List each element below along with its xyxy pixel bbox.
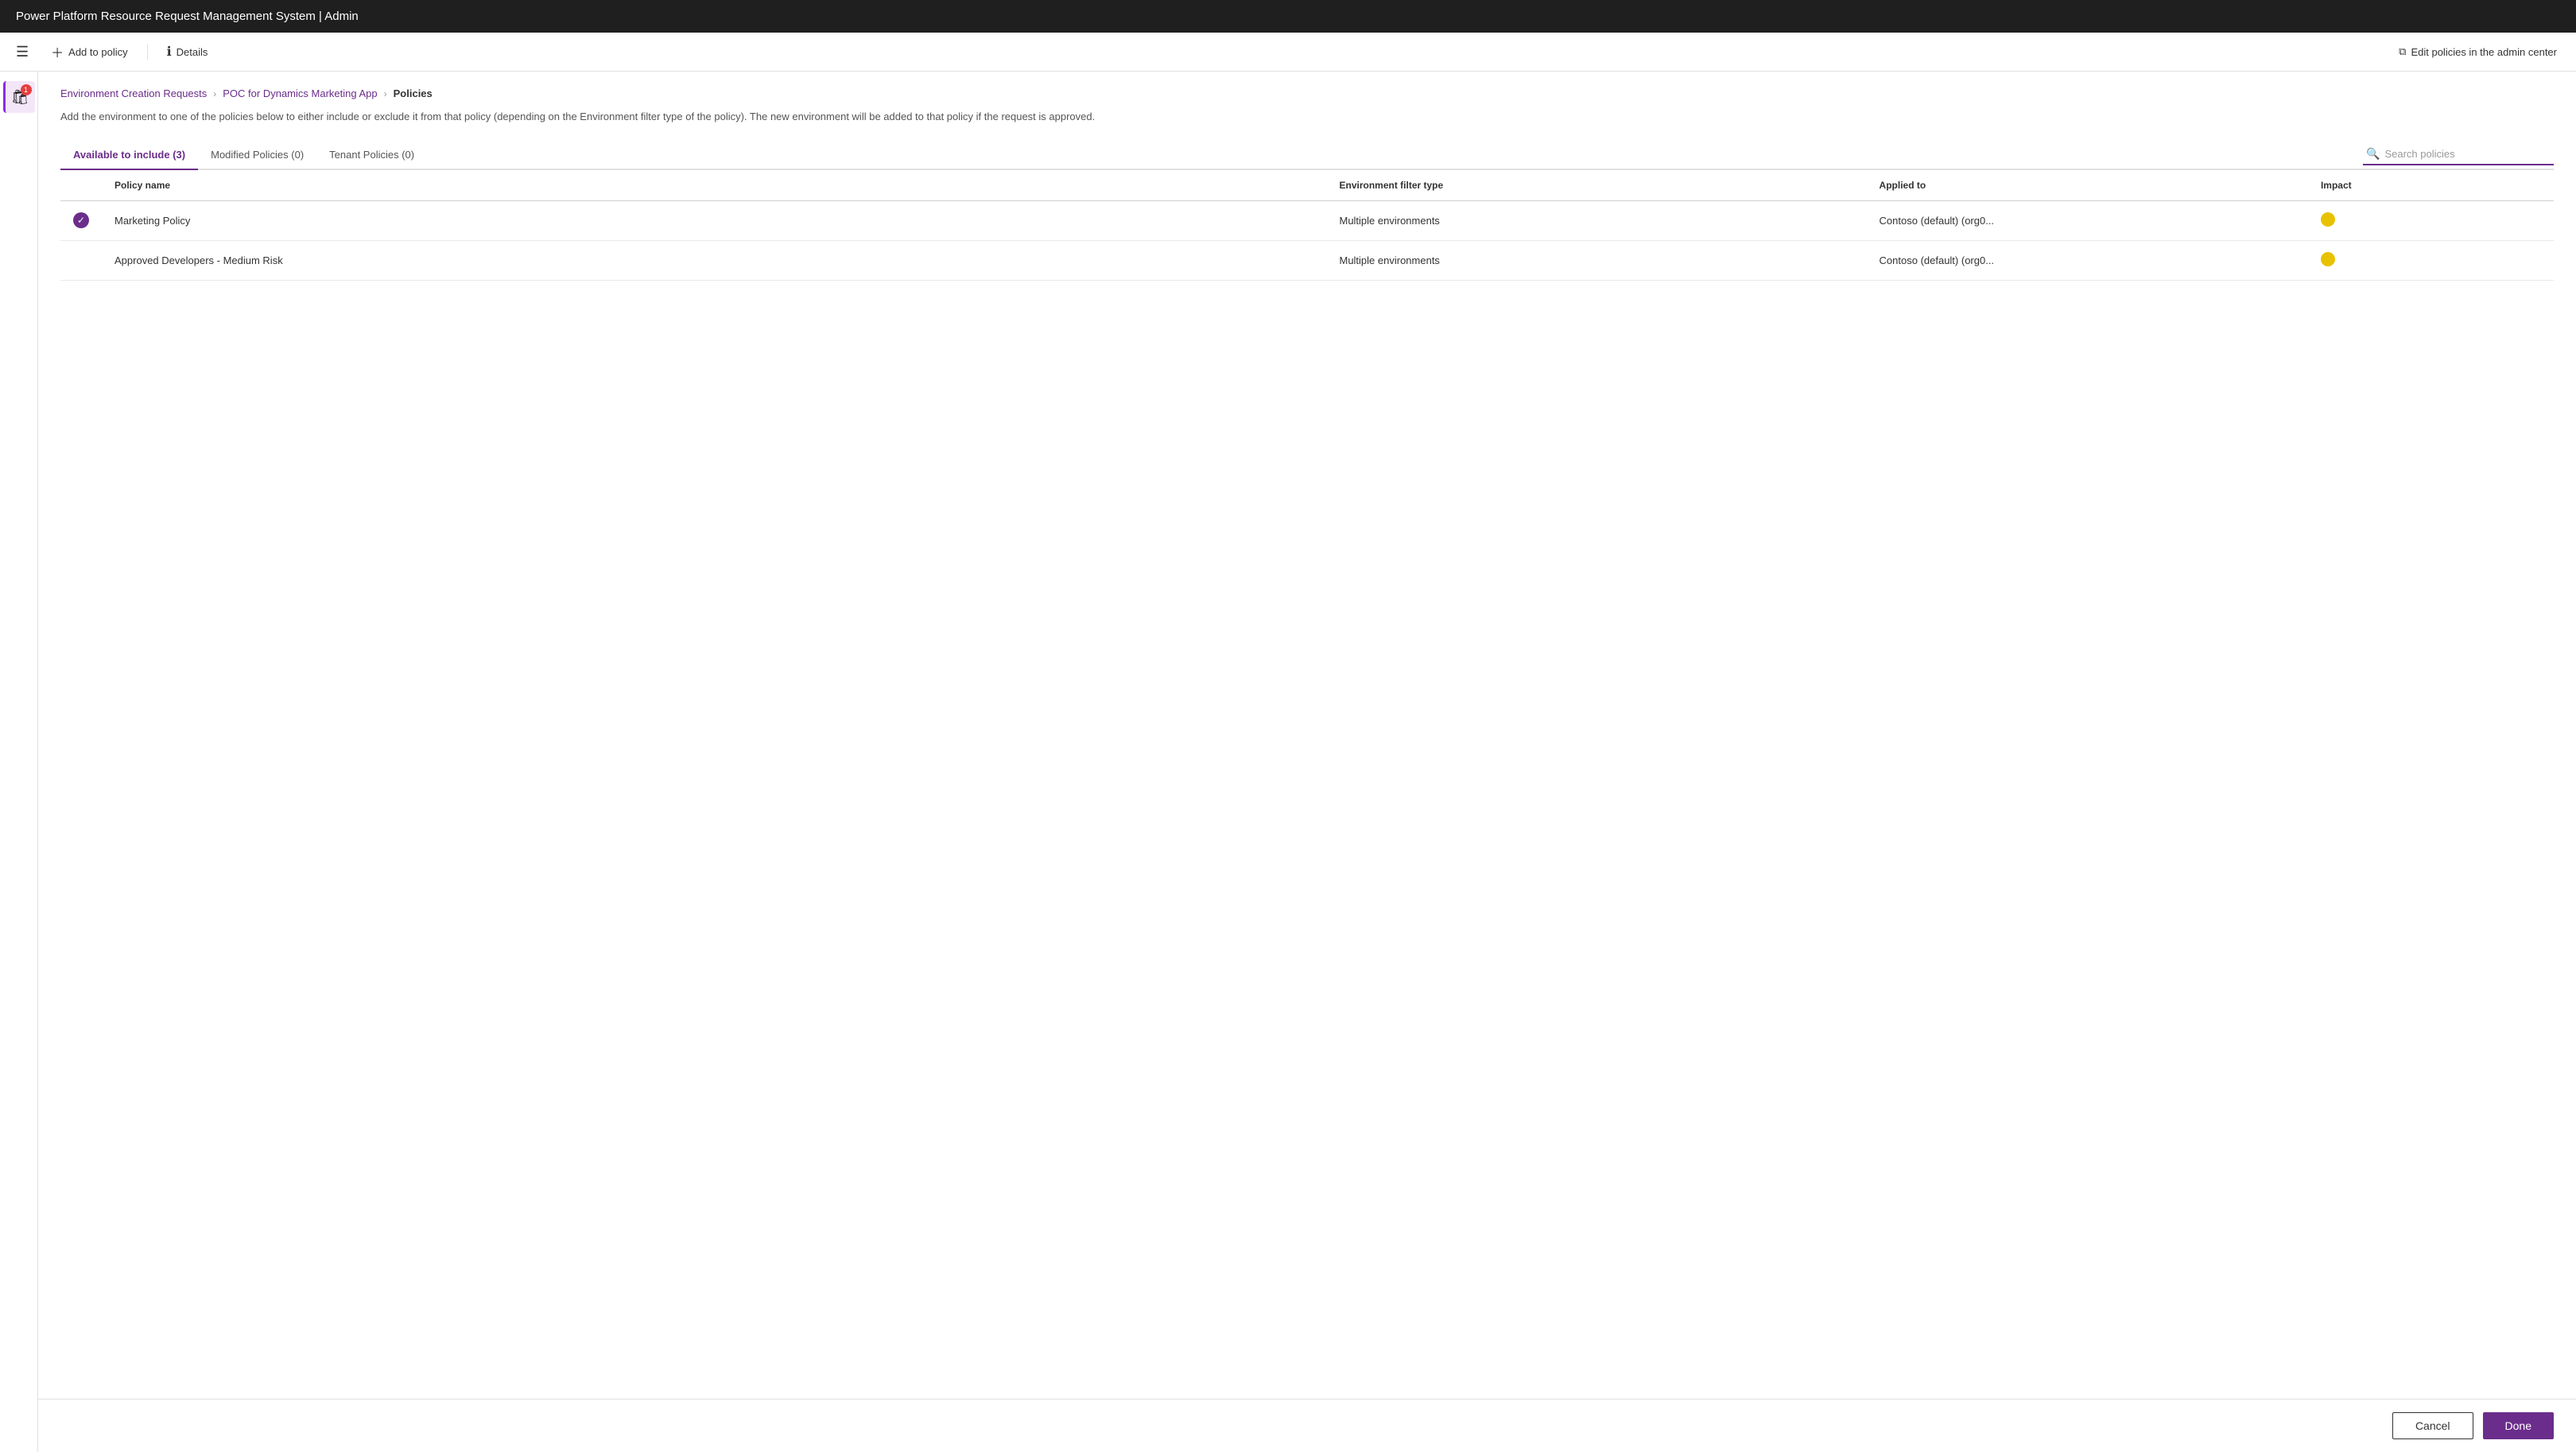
done-button[interactable]: Done (2483, 1412, 2554, 1439)
footer-area: Cancel Done (38, 1399, 2576, 1452)
tab-tenant[interactable]: Tenant Policies (0) (316, 141, 427, 170)
row2-applied-to: Contoso (default) (org0... (1867, 240, 2308, 280)
nav-requests-button[interactable]: 🛍 1 (3, 81, 35, 113)
table-body: ✓ Marketing Policy Multiple environments… (60, 200, 2554, 280)
main-layout: 🛍 1 Environment Creation Requests › POC … (0, 72, 2576, 1452)
search-input[interactable] (2384, 148, 2543, 160)
col-applied-to: Applied to (1867, 170, 2308, 201)
col-impact: Impact (2308, 170, 2554, 201)
app-title: Power Platform Resource Request Manageme… (16, 10, 359, 23)
breadcrumb-sep2: › (384, 88, 387, 99)
row2-impact (2308, 240, 2554, 280)
external-link-icon: ⧉ (2399, 45, 2406, 58)
table-row[interactable]: ✓ Marketing Policy Multiple environments… (60, 200, 2554, 240)
add-to-policy-label: Add to policy (68, 46, 127, 58)
details-label: Details (177, 46, 208, 58)
row1-policy-name: Marketing Policy (102, 200, 1326, 240)
col-check (60, 170, 102, 201)
row1-check: ✓ (60, 200, 102, 240)
nav-badge: 1 (21, 84, 32, 95)
content-area: Environment Creation Requests › POC for … (38, 72, 2576, 1399)
policies-table: Policy name Environment filter type Appl… (60, 170, 2554, 281)
edit-policies-link[interactable]: ⧉ Edit policies in the admin center (2392, 42, 2563, 61)
breadcrumb-step2-link[interactable]: POC for Dynamics Marketing App (223, 87, 377, 99)
title-bar: Power Platform Resource Request Manageme… (0, 0, 2576, 33)
impact-dot-yellow-2 (2321, 252, 2335, 266)
toolbar-left: ☰ ＋ Add to policy ℹ Details (13, 39, 214, 64)
tabs-container: Available to include (3) Modified Polici… (60, 141, 2554, 170)
row1-impact (2308, 200, 2554, 240)
table-header: Policy name Environment filter type Appl… (60, 170, 2554, 201)
add-to-policy-button[interactable]: ＋ Add to policy (45, 39, 134, 64)
table-container: Policy name Environment filter type Appl… (60, 170, 2554, 1384)
breadcrumb: Environment Creation Requests › POC for … (60, 87, 2554, 99)
col-policy-name: Policy name (102, 170, 1326, 201)
toolbar: ☰ ＋ Add to policy ℹ Details ⧉ Edit polic… (0, 33, 2576, 72)
tab-available[interactable]: Available to include (3) (60, 141, 198, 170)
search-container: 🔍 (2363, 144, 2554, 165)
tab-modified[interactable]: Modified Policies (0) (198, 141, 316, 170)
row2-policy-name: Approved Developers - Medium Risk (102, 240, 1326, 280)
row2-env-filter: Multiple environments (1326, 240, 1866, 280)
row1-env-filter: Multiple environments (1326, 200, 1866, 240)
breadcrumb-sep1: › (213, 88, 216, 99)
col-env-filter: Environment filter type (1326, 170, 1866, 201)
details-button[interactable]: ℹ Details (161, 41, 215, 63)
table-row[interactable]: Approved Developers - Medium Risk Multip… (60, 240, 2554, 280)
breadcrumb-step1-link[interactable]: Environment Creation Requests (60, 87, 207, 99)
breadcrumb-current: Policies (394, 87, 433, 99)
side-nav: 🛍 1 (0, 72, 38, 1452)
hamburger-button[interactable]: ☰ (13, 41, 32, 64)
plus-icon: ＋ (51, 42, 64, 61)
toolbar-right: ⧉ Edit policies in the admin center (2392, 42, 2563, 61)
impact-dot-yellow (2321, 212, 2335, 227)
edit-policies-label: Edit policies in the admin center (2411, 46, 2557, 58)
page-description: Add the environment to one of the polici… (60, 109, 1174, 125)
cancel-button[interactable]: Cancel (2392, 1412, 2473, 1439)
row1-applied-to: Contoso (default) (org0... (1867, 200, 2308, 240)
info-icon: ℹ (167, 44, 172, 60)
row2-check (60, 240, 102, 280)
search-icon: 🔍 (2366, 147, 2380, 161)
toolbar-divider (147, 44, 148, 60)
selected-check-icon: ✓ (73, 212, 89, 228)
